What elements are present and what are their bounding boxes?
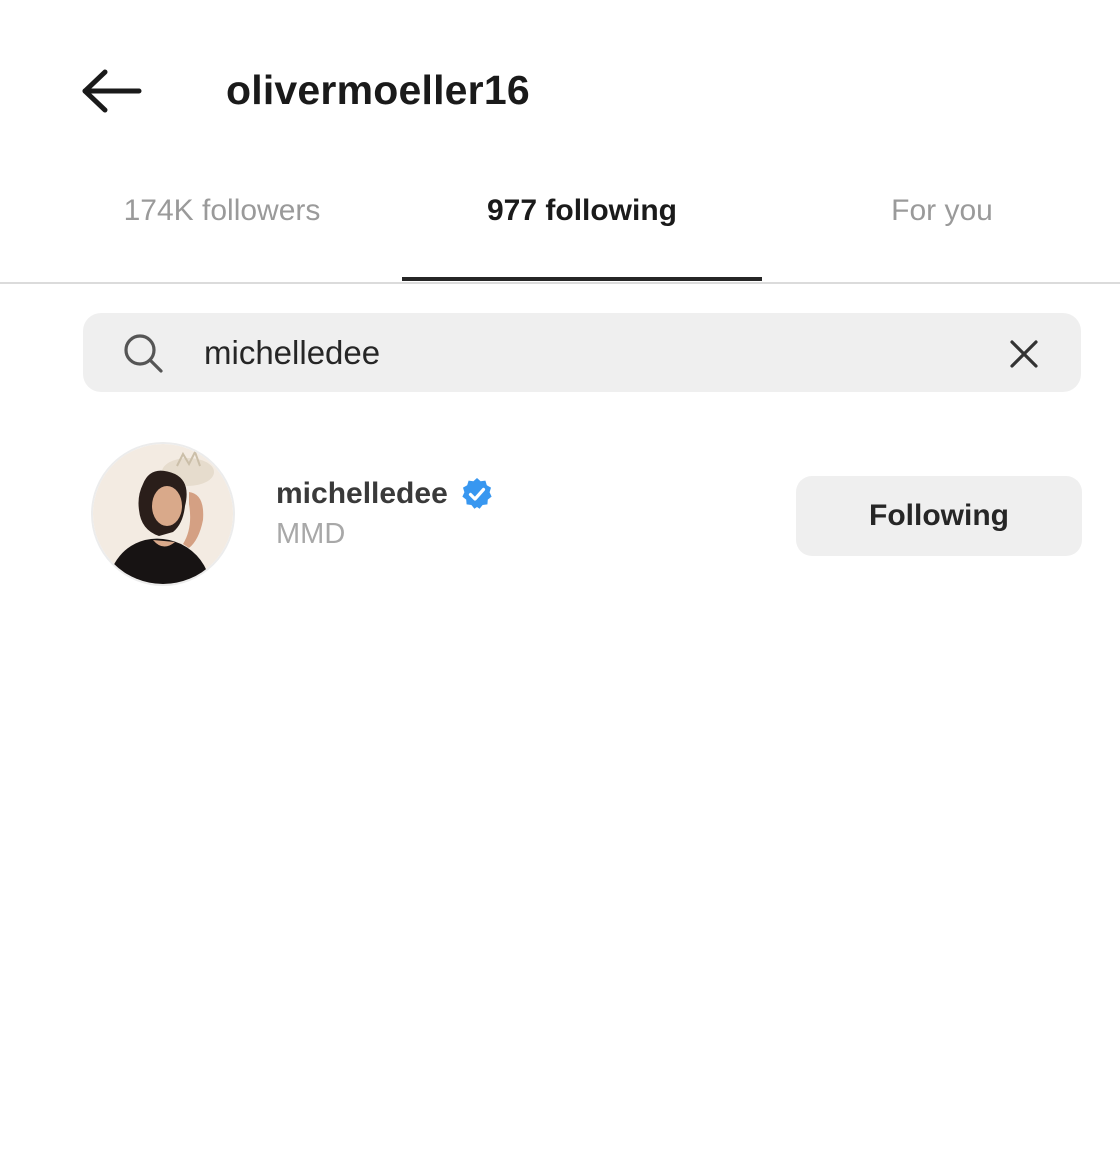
profile-photo [93, 444, 233, 584]
tab-followers-label: 174K followers [123, 194, 321, 227]
arrow-left-icon [82, 69, 142, 113]
tab-for-you[interactable]: For you [762, 180, 1120, 282]
following-button[interactable]: Following [796, 476, 1082, 556]
clear-search-button[interactable] [1001, 331, 1047, 377]
username-line: michelledee [276, 474, 494, 514]
search-icon [124, 334, 163, 373]
active-tab-indicator [402, 277, 762, 281]
list-item[interactable]: michelledee MMD Following [83, 440, 1083, 590]
close-icon [1010, 340, 1038, 368]
search-input[interactable] [204, 325, 984, 381]
page-title: olivermoeller16 [226, 67, 530, 113]
tab-for-you-label: For you [891, 194, 993, 227]
top-bar: olivermoeller16 [0, 0, 1120, 170]
avatar[interactable] [91, 442, 235, 586]
back-button[interactable] [78, 62, 146, 120]
tab-following-label: 977 following [486, 194, 678, 227]
search-bar[interactable] [83, 313, 1081, 392]
result-username[interactable]: michelledee [276, 477, 448, 511]
result-full-name: MMD [276, 518, 346, 550]
verified-badge-icon [462, 478, 492, 509]
tab-followers[interactable]: 174K followers [42, 180, 402, 282]
tab-bar: 174K followers 977 following For you [0, 180, 1120, 284]
tab-following[interactable]: 977 following [402, 180, 762, 282]
